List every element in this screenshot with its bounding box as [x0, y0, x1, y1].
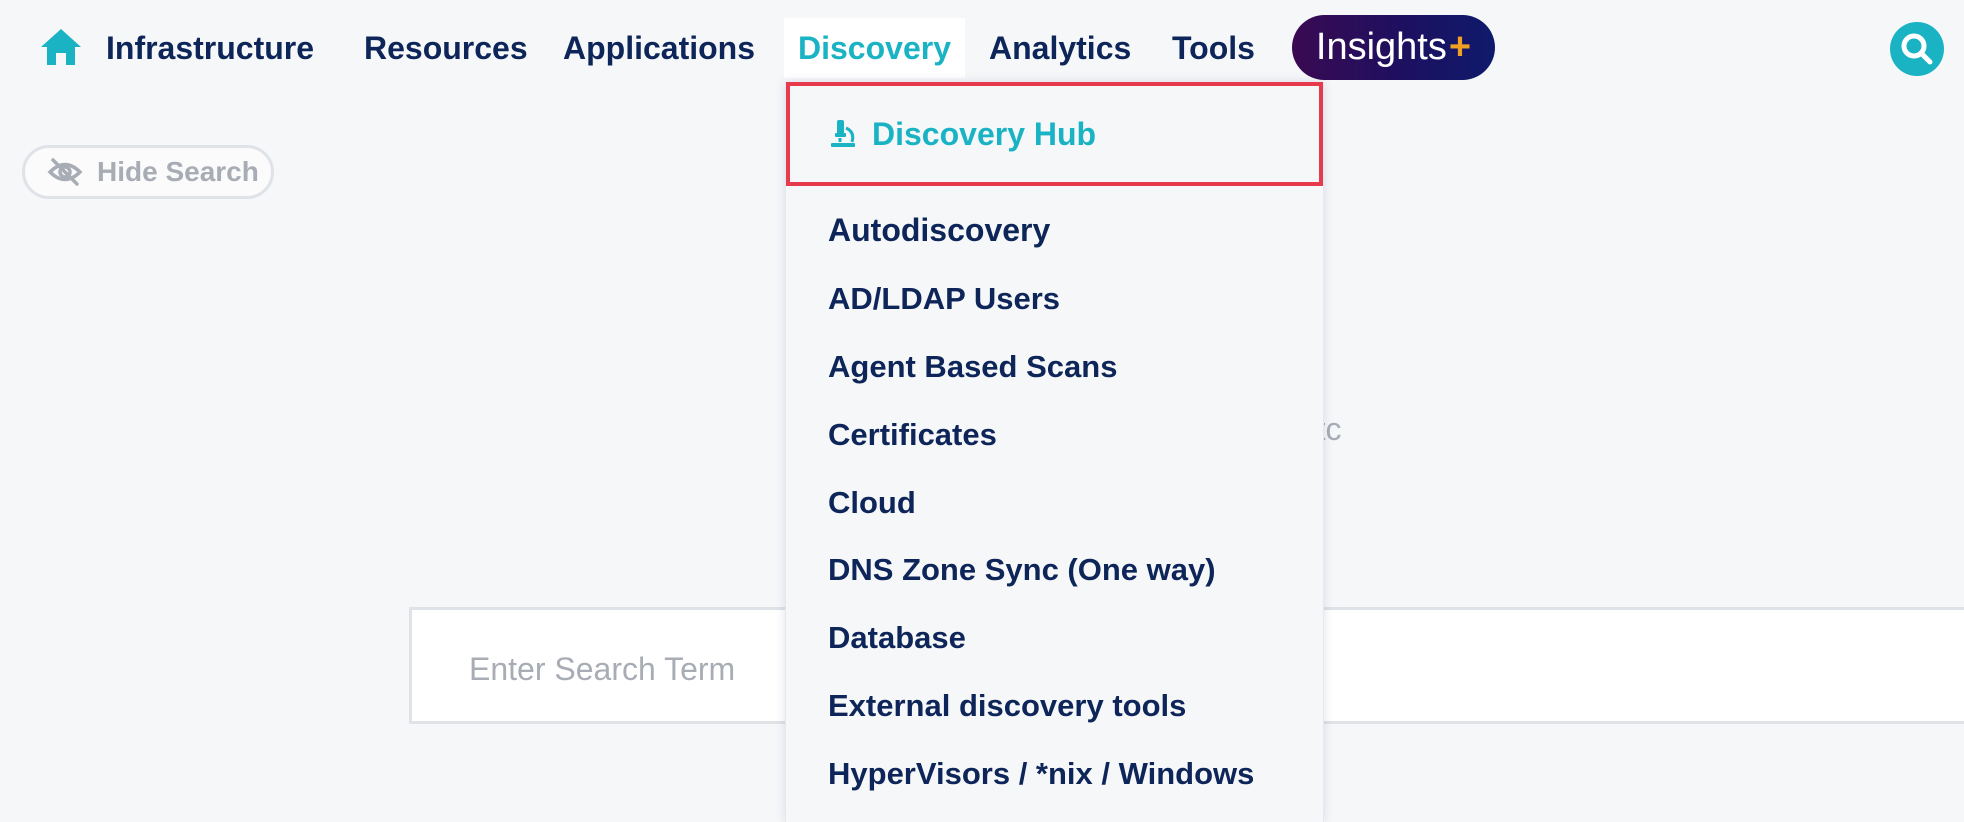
search-icon	[1901, 33, 1933, 65]
insights-label: Insights	[1315, 26, 1447, 68]
menu-item-database[interactable]: Database	[828, 620, 966, 656]
nav-item-resources[interactable]: Resources	[364, 18, 528, 78]
nav-item-analytics[interactable]: Analytics	[989, 18, 1131, 78]
insights-plus-button[interactable]: Insights +	[1292, 15, 1495, 80]
nav-item-applications[interactable]: Applications	[563, 18, 755, 78]
menu-item-external-discovery-tools[interactable]: External discovery tools	[828, 688, 1186, 724]
menu-item-cloud[interactable]: Cloud	[828, 485, 916, 521]
discovery-dropdown-menu: Discovery Hub Autodiscovery AD/LDAP User…	[785, 82, 1324, 822]
menu-item-ad-ldap-users[interactable]: AD/LDAP Users	[828, 281, 1060, 317]
menu-item-certificates[interactable]: Certificates	[828, 417, 997, 453]
nav-item-discovery[interactable]: Discovery	[784, 18, 965, 78]
menu-heading-autodiscovery[interactable]: Autodiscovery	[828, 212, 1050, 249]
menu-item-agent-based-scans[interactable]: Agent Based Scans	[828, 349, 1117, 385]
home-icon	[41, 29, 81, 65]
hide-search-label: Hide Search	[97, 156, 259, 187]
microscope-icon	[831, 120, 855, 147]
menu-item-dns-zone-sync[interactable]: DNS Zone Sync (One way)	[828, 552, 1216, 588]
insights-plus-mark: +	[1448, 26, 1472, 68]
nav-item-infrastructure[interactable]: Infrastructure	[106, 18, 314, 78]
nav-item-tools[interactable]: Tools	[1172, 18, 1255, 78]
menu-item-discovery-hub-label: Discovery Hub	[872, 115, 1097, 152]
menu-item-discovery-hub[interactable]: Discovery Hub	[786, 82, 1323, 186]
home-button[interactable]	[38, 24, 84, 70]
global-search-button[interactable]	[1890, 22, 1944, 76]
eye-off-icon	[47, 158, 83, 186]
hide-search-button[interactable]: Hide Search	[22, 145, 274, 199]
menu-item-hypervisors[interactable]: HyperVisors / *nix / Windows	[828, 756, 1254, 792]
